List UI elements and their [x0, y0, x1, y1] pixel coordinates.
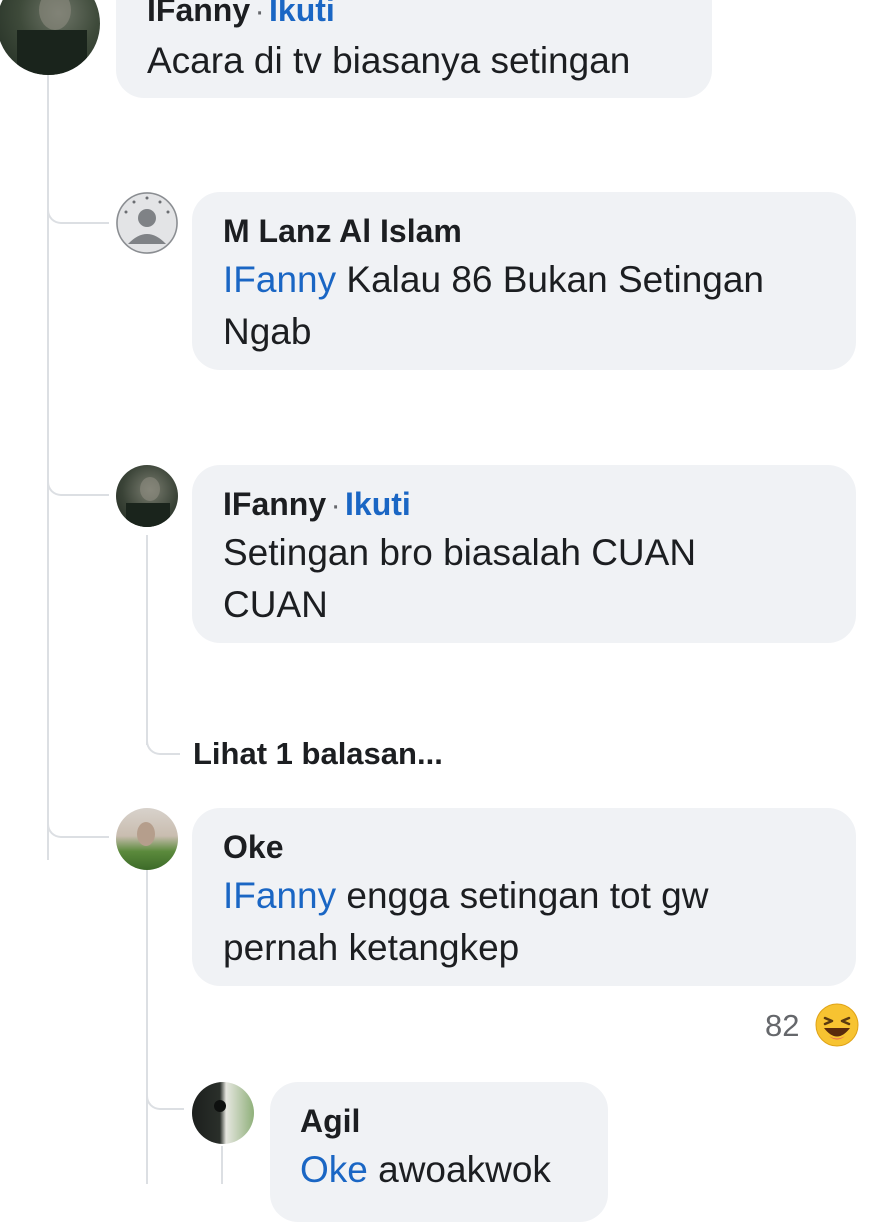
mention-link[interactable]: IFanny [223, 259, 336, 300]
comment-author[interactable]: IFanny [223, 486, 326, 522]
laugh-emoji-icon[interactable] [815, 1003, 859, 1047]
profile-photo-icon [214, 1100, 226, 1112]
follow-link[interactable]: Ikuti [345, 486, 411, 522]
thread-line-sub [221, 1146, 223, 1184]
separator-dot: · [330, 489, 341, 522]
follow-link[interactable]: Ikuti [269, 0, 335, 28]
reply-bubble: M Lanz Al Islam IFanny Kalau 86 Bukan Se… [192, 192, 856, 370]
comment-text: Acara di tv biasanya setingan [147, 40, 631, 81]
comment-author[interactable]: IFanny [147, 0, 250, 28]
view-more-replies-link[interactable]: Lihat 1 balasan... [193, 734, 443, 774]
comment-text: Setingan bro biasalah CUAN CUAN [223, 532, 697, 625]
separator-dot: · [254, 0, 265, 28]
comment-author[interactable]: M Lanz Al Islam [223, 211, 462, 251]
avatar[interactable] [192, 1082, 254, 1144]
profile-photo-icon [126, 477, 170, 527]
default-avatar-icon [116, 192, 178, 254]
comment-author[interactable]: Oke [223, 827, 283, 867]
avatar[interactable] [0, 0, 100, 75]
comment-bubble: IFanny · Ikuti Acara di tv biasanya seti… [116, 0, 712, 98]
thread-connector [47, 460, 109, 496]
thread-connector [146, 1080, 184, 1110]
reaction-count[interactable]: 82 [765, 1006, 799, 1046]
thread-line-sub [146, 535, 148, 745]
avatar[interactable] [116, 465, 178, 527]
thread-line-sub [146, 870, 148, 1184]
mention-link[interactable]: IFanny [223, 875, 336, 916]
avatar[interactable] [116, 808, 178, 870]
reply-bubble: IFanny · Ikuti Setingan bro biasalah CUA… [192, 465, 856, 643]
avatar[interactable] [116, 192, 178, 254]
reply-bubble: Oke IFanny engga setingan tot gw pernah … [192, 808, 856, 986]
thread-connector [47, 800, 109, 838]
profile-photo-icon [137, 822, 155, 846]
thread-connector [47, 190, 109, 224]
comment-author[interactable]: Agil [300, 1101, 360, 1141]
thread-connector [146, 725, 180, 755]
reply-bubble: Agil Oke awoakwok [270, 1082, 608, 1222]
profile-photo-icon [17, 0, 87, 75]
